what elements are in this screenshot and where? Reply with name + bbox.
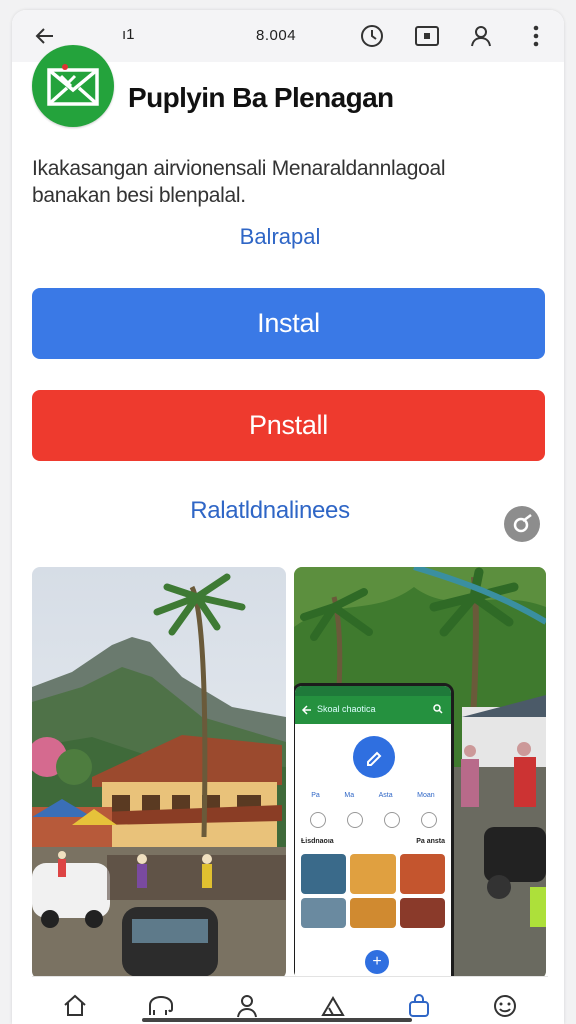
- chip: Asta: [378, 792, 393, 799]
- phone-add-button: +: [365, 950, 389, 974]
- back-arrow-icon: [35, 28, 53, 44]
- menu-button[interactable]: [521, 21, 551, 51]
- uninstall-button[interactable]: Pnstall: [32, 390, 545, 461]
- chip: Ma: [344, 792, 355, 799]
- phone-section-header: Ƚisdnaoıa Pa ansta: [295, 832, 451, 850]
- history-button[interactable]: [357, 21, 387, 51]
- grid-tile: [301, 898, 347, 928]
- phone-hero: [295, 724, 451, 792]
- home-indicator[interactable]: [142, 1018, 412, 1022]
- grid-tile: [350, 898, 396, 928]
- url-text: 8.004: [256, 27, 297, 44]
- clock-icon: [361, 25, 383, 47]
- back-button[interactable]: [30, 21, 60, 51]
- smiley-icon: [494, 994, 516, 1017]
- phone-app-bar: Skoal chaotica: [295, 696, 451, 724]
- home-icon: [64, 994, 86, 1016]
- phone-chips: Pa Ma Asta Moan: [295, 792, 451, 808]
- section-label: Ƚisdnaoıa: [301, 838, 334, 845]
- circle-icon: [420, 812, 437, 828]
- browser-window: ı1 8.004 Puplyin Ba Plenagan Ikakasangan…: [12, 10, 564, 1024]
- chip: Moan: [417, 792, 435, 799]
- circle-icon: [346, 812, 363, 828]
- chip: Pa: [311, 792, 320, 799]
- person-icon: [237, 994, 257, 1017]
- developer-link[interactable]: Balrapal: [12, 224, 548, 250]
- url-prefix: ı1: [122, 26, 135, 43]
- tent-icon: [321, 995, 345, 1016]
- grid-tile: [301, 854, 347, 894]
- tabs-button[interactable]: [412, 21, 442, 51]
- phone-status-bar: [295, 686, 451, 696]
- screenshot-phone-app[interactable]: Skoal chaotica Pa Ma Asta Moan Ƚisdnaoıa…: [294, 567, 546, 979]
- share-button[interactable]: [504, 506, 540, 542]
- app-title: Puplyin Ba Plenagan: [128, 82, 394, 113]
- bag-icon: [409, 993, 429, 1017]
- address-bar[interactable]: ı1 8.004: [74, 17, 364, 55]
- bottom-navigation: [32, 976, 548, 1024]
- elephant-icon: [149, 995, 173, 1015]
- phone-icon-row: [295, 808, 451, 832]
- phone-back-icon: [301, 705, 311, 715]
- section-label: Pa ansta: [416, 838, 445, 845]
- share-icon: [513, 514, 532, 533]
- grid-tile: [399, 898, 445, 928]
- app-logo: [32, 45, 114, 127]
- install-button[interactable]: Instal: [32, 288, 545, 359]
- phone-mockup: Skoal chaotica Pa Ma Asta Moan Ƚisdnaoıa…: [294, 683, 454, 979]
- phone-fab: [353, 736, 395, 778]
- app-description: Ikakasangan airvionensali Menaraldannlag…: [32, 157, 446, 207]
- nav-feedback[interactable]: [484, 985, 526, 1024]
- tab-icon: [415, 26, 439, 46]
- pencil-icon: [367, 751, 382, 766]
- circle-icon: [383, 812, 400, 828]
- grid-tile: [350, 854, 396, 894]
- phone-app-title: Skoal chaotica: [317, 704, 376, 714]
- nav-home[interactable]: [54, 985, 96, 1024]
- village-image: [32, 567, 286, 979]
- screenshot-village[interactable]: [32, 567, 286, 979]
- app-logo-icon: [47, 64, 99, 106]
- grid-tile: [399, 854, 445, 894]
- circle-icon: [309, 812, 326, 828]
- related-apps-link[interactable]: Ralatldnalinees: [12, 497, 528, 525]
- more-vert-icon: [533, 25, 539, 47]
- profile-button[interactable]: [466, 21, 496, 51]
- phone-search-icon: [433, 704, 443, 714]
- profile-icon: [471, 26, 491, 47]
- phone-grid: [295, 850, 451, 932]
